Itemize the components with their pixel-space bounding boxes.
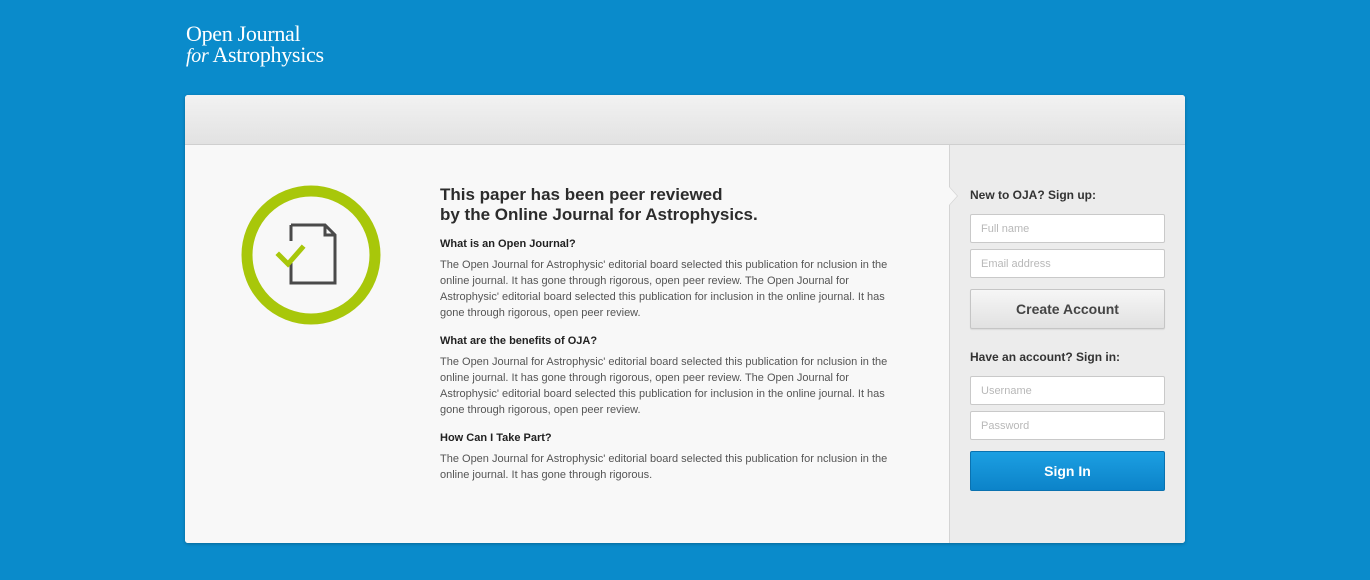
logo-line2: for Astrophysics: [186, 44, 324, 67]
email-field[interactable]: [970, 249, 1165, 278]
sign-in-button[interactable]: Sign In: [970, 451, 1165, 491]
section-body: The Open Journal for Astrophysic' editor…: [440, 453, 888, 481]
signin-heading: Have an account? Sign in:: [970, 350, 1121, 364]
section-title: How Can I Take Part?: [440, 432, 552, 444]
section-body: The Open Journal for Astrophysic' editor…: [440, 356, 888, 416]
site-logo[interactable]: Open Journal for Astrophysics: [186, 23, 324, 67]
headline-line1: This paper has been peer reviewed: [440, 185, 723, 204]
section-body: The Open Journal for Astrophysic' editor…: [440, 259, 888, 319]
review-info: This paper has been peer reviewed by the…: [440, 185, 900, 496]
logo-for: for: [186, 45, 209, 67]
create-account-button[interactable]: Create Account: [970, 289, 1165, 329]
headline-line2: by the Online Journal for Astrophysics.: [440, 205, 758, 224]
section-title: What are the benefits of OJA?: [440, 335, 598, 347]
auth-sidebar: New to OJA? Sign up: Create Account Have…: [949, 145, 1185, 543]
card-header: [185, 95, 1185, 145]
section-title: What is an Open Journal?: [440, 238, 576, 250]
page-title: This paper has been peer reviewed by the…: [440, 185, 900, 225]
review-card: This paper has been peer reviewed by the…: [185, 95, 1185, 543]
username-field[interactable]: [970, 376, 1165, 405]
sidebar-pointer: [949, 187, 957, 205]
logo-line1: Open Journal: [186, 21, 301, 46]
password-field[interactable]: [970, 411, 1165, 440]
logo-astrophysics: Astrophysics: [208, 42, 324, 67]
card-main: This paper has been peer reviewed by the…: [185, 145, 949, 543]
fullname-field[interactable]: [970, 214, 1165, 243]
document-check-icon: [241, 185, 381, 325]
signup-heading: New to OJA? Sign up:: [970, 188, 1096, 202]
